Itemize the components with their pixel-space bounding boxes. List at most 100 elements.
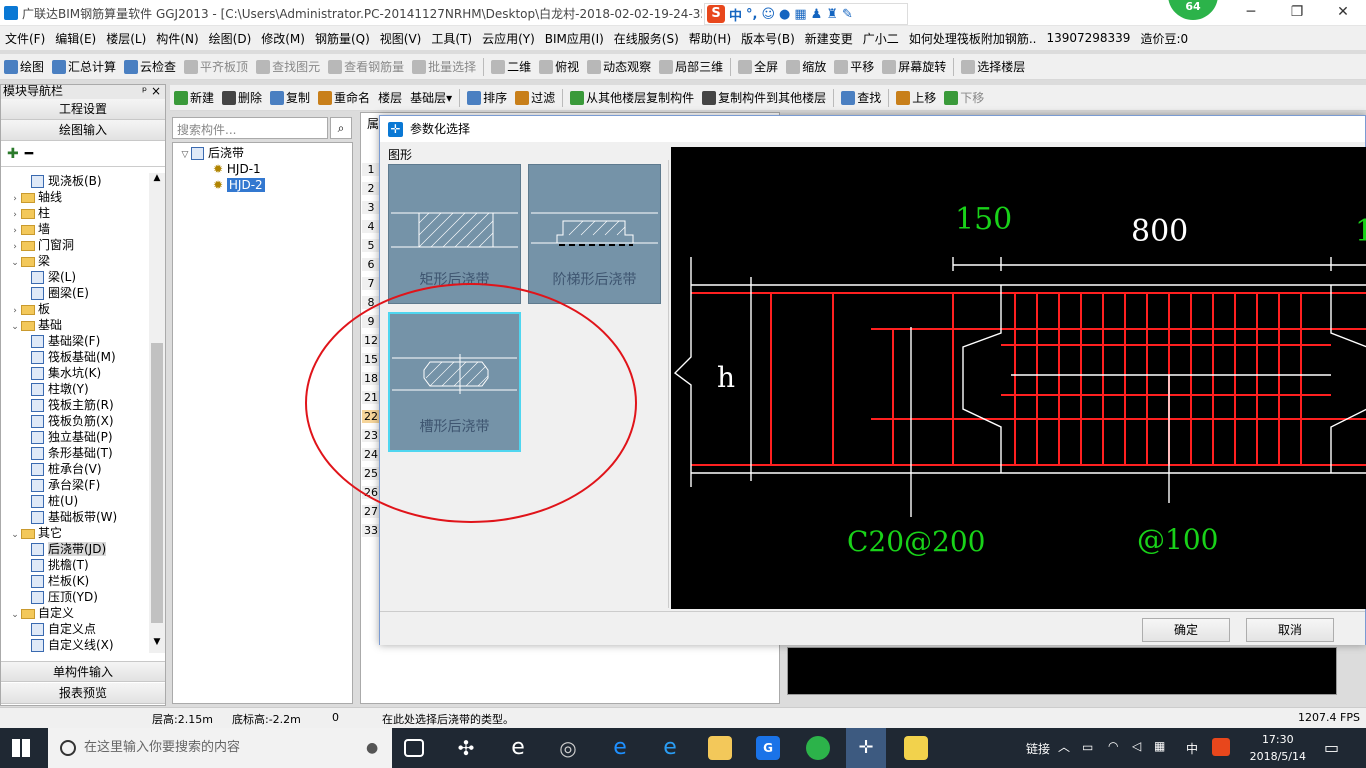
tray-lang[interactable]: 中	[1186, 740, 1198, 757]
chevron-down-icon[interactable]: ▾	[446, 91, 452, 105]
toolbar1-button-5[interactable]: 查看钢筋量	[324, 58, 408, 75]
menu-item-14[interactable]: 新建变更	[800, 30, 858, 47]
component-item-selected[interactable]: ✹ HJD-2	[173, 177, 352, 193]
ie-blue-icon[interactable]: e	[658, 736, 682, 760]
menu-item-1[interactable]: 编辑(E)	[50, 30, 101, 47]
nav-tree-item[interactable]: 承台梁(F)	[1, 477, 149, 493]
ie-icon[interactable]: e	[506, 736, 530, 760]
minimize-button[interactable]: ─	[1228, 0, 1274, 26]
toolbar1-button-12[interactable]: 缩放	[782, 58, 830, 75]
nav-tree-item[interactable]: 压顶(YD)	[1, 589, 149, 605]
toolbar1-button-2[interactable]: 云检查	[120, 58, 180, 75]
nav-single-input[interactable]: 单构件输入	[1, 661, 165, 682]
app-g-icon[interactable]: G	[756, 736, 780, 760]
toolbar2-button-2[interactable]: 复制	[266, 89, 314, 106]
nav-tree-item[interactable]: › 轴线	[1, 189, 149, 205]
app-swirl-icon[interactable]: ◎	[556, 736, 580, 760]
toolbar1-button-7[interactable]: 二维	[487, 58, 535, 75]
search-icon[interactable]: ⌕	[330, 117, 352, 139]
nav-tree-item[interactable]: › 墙	[1, 221, 149, 237]
taskbar-search-input[interactable]: 在这里输入你要搜索的内容	[48, 728, 392, 768]
nav-tree-item[interactable]: 挑檐(T)	[1, 557, 149, 573]
nav-drawing-input[interactable]: 绘图输入	[1, 120, 165, 141]
nav-tree-item[interactable]: › 门窗洞	[1, 237, 149, 253]
nav-tree-item[interactable]: 基础梁(F)	[1, 333, 149, 349]
nav-tree-item[interactable]: 筏板主筋(R)	[1, 397, 149, 413]
cancel-button[interactable]: 取消	[1246, 618, 1334, 642]
nav-tree-item[interactable]: 自定义线(X)	[1, 637, 149, 653]
toolbar1-button-15[interactable]: 选择楼层	[957, 58, 1029, 75]
shape-step-strip[interactable]: 阶梯形后浇带	[528, 164, 661, 304]
user-icon[interactable]: ♟	[811, 7, 823, 22]
volume-icon[interactable]: ◁	[1132, 739, 1141, 753]
nav-tree-item[interactable]: 自定义点	[1, 621, 149, 637]
ime-punct[interactable]: °,	[746, 7, 757, 22]
smile-icon[interactable]: ☺	[761, 7, 775, 22]
expand-all-icon[interactable]: ✚	[7, 146, 19, 162]
nav-tree-item[interactable]: 集水坑(K)	[1, 365, 149, 381]
toolbar2-button-3[interactable]: 重命名	[314, 89, 374, 106]
menu-item-16[interactable]: 如何处理筏板附加钢筋..	[904, 30, 1042, 47]
menu-item-9[interactable]: 云应用(Y)	[477, 30, 540, 47]
toolbar2-button-8[interactable]: 从其他楼层复制构件	[566, 89, 698, 106]
windows-start-icon[interactable]	[12, 739, 30, 757]
close-button[interactable]: ✕	[1320, 0, 1366, 26]
nav-scrollbar[interactable]: ▲ ▼	[149, 173, 165, 653]
toolbar2-button-10[interactable]: 查找	[837, 89, 885, 106]
shirt-icon[interactable]: ♜	[826, 7, 838, 22]
app-green-icon[interactable]	[806, 736, 830, 760]
toolbar1-button-9[interactable]: 动态观察	[583, 58, 655, 75]
task-view-icon[interactable]	[404, 739, 424, 757]
menu-item-3[interactable]: 构件(N)	[151, 30, 203, 47]
toolbar2-button-4[interactable]: 楼层	[374, 89, 406, 106]
nav-report-preview[interactable]: 报表预览	[1, 683, 165, 704]
menu-item-6[interactable]: 钢筋量(Q)	[310, 30, 375, 47]
collapse-all-icon[interactable]: ━	[25, 146, 33, 162]
toolbar1-button-10[interactable]: 局部三维	[655, 58, 727, 75]
nav-project-settings[interactable]: 工程设置	[1, 99, 165, 120]
toolbar1-button-11[interactable]: 全屏	[734, 58, 782, 75]
nav-tree-item[interactable]: ⌄ 梁	[1, 253, 149, 269]
toolbar1-button-0[interactable]: 绘图	[0, 58, 48, 75]
keyboard-icon[interactable]: ▦	[1154, 739, 1165, 753]
menu-item-12[interactable]: 帮助(H)	[684, 30, 736, 47]
menu-item-8[interactable]: 工具(T)	[426, 30, 477, 47]
tree-expand-collapse[interactable]: ✚ ━	[1, 141, 165, 167]
nav-tree-item[interactable]: 梁(L)	[1, 269, 149, 285]
glodon-taskbar-icon[interactable]: ✛	[846, 728, 886, 768]
notes-icon[interactable]	[904, 736, 928, 760]
notification-badge[interactable]: 64	[1168, 0, 1218, 20]
taskbar-clock[interactable]: 17:30 2018/5/14	[1250, 731, 1306, 765]
nav-tree-item[interactable]: ⌄ 其它	[1, 525, 149, 541]
nav-tree-item[interactable]: 基础板带(W)	[1, 509, 149, 525]
toolbar2-button-12[interactable]: 下移	[940, 89, 988, 106]
toolbar1-button-3[interactable]: 平齐板顶	[180, 58, 252, 75]
notification-center-icon[interactable]: ▭	[1324, 738, 1339, 757]
battery-icon[interactable]: ▭	[1082, 740, 1093, 754]
app-fan-icon[interactable]: ✣	[454, 736, 478, 760]
menu-item-0[interactable]: 文件(F)	[0, 30, 50, 47]
toolbar1-button-4[interactable]: 查找图元	[252, 58, 324, 75]
menu-item-2[interactable]: 楼层(L)	[101, 30, 151, 47]
menu-item-18[interactable]: 造价豆:0	[1135, 30, 1193, 47]
menu-item-4[interactable]: 绘图(D)	[204, 30, 257, 47]
menu-item-5[interactable]: 修改(M)	[256, 30, 310, 47]
edge-icon[interactable]: e	[608, 736, 632, 760]
nav-tree-item[interactable]: › 板	[1, 301, 149, 317]
ime-lang[interactable]: 中	[729, 5, 742, 24]
menu-item-7[interactable]: 视图(V)	[375, 30, 427, 47]
sogou-tray-icon[interactable]	[1212, 738, 1230, 756]
wifi-icon[interactable]: ◠	[1108, 739, 1118, 753]
nav-tree-item[interactable]: 筏板基础(M)	[1, 349, 149, 365]
component-search-input[interactable]: 搜索构件...	[172, 117, 328, 139]
nav-tree-item[interactable]: 筏板负筋(X)	[1, 413, 149, 429]
toolbar1-button-13[interactable]: 平移	[830, 58, 878, 75]
tray-chevron-up-icon[interactable]: ︿	[1058, 738, 1070, 755]
menu-item-11[interactable]: 在线服务(S)	[609, 30, 684, 47]
nav-tree-item[interactable]: ⌄ 基础	[1, 317, 149, 333]
nav-tree-item[interactable]: › 柱	[1, 205, 149, 221]
keyboard-icon[interactable]: ▦	[794, 7, 806, 22]
folder-icon[interactable]	[708, 736, 732, 760]
nav-tree-item[interactable]: 条形基础(T)	[1, 445, 149, 461]
component-root[interactable]: ▽ 后浇带	[173, 145, 352, 161]
